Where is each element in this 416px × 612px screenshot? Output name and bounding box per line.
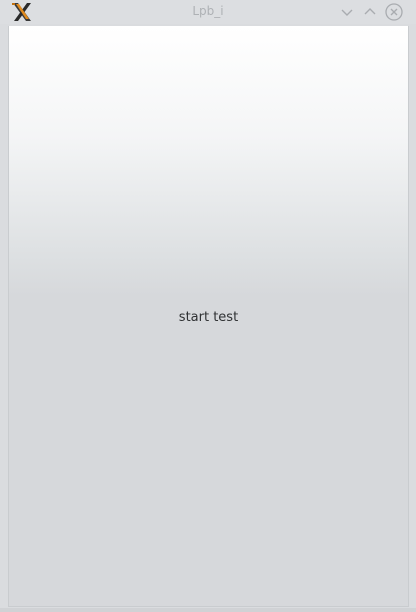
close-icon <box>385 3 403 21</box>
app-window: Lpb_i start test <box>0 0 416 612</box>
chevron-up-icon <box>364 8 376 15</box>
start-test-button[interactable]: start test <box>9 306 408 328</box>
maximize-button[interactable] <box>361 3 379 21</box>
main-content: start test <box>8 26 409 607</box>
window-bottom-edge <box>0 608 416 612</box>
chevron-down-icon <box>341 9 353 16</box>
title-bar[interactable]: Lpb_i <box>0 0 416 24</box>
minimize-button[interactable] <box>338 3 356 21</box>
close-button[interactable] <box>385 3 403 21</box>
